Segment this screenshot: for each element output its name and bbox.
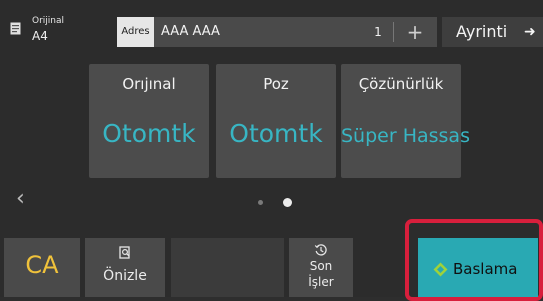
original-label: Orijinal (32, 16, 65, 26)
resolution-setting-card[interactable]: Çözünürlük Süper Hassas (341, 64, 470, 178)
preview-label: Önizle (103, 268, 147, 284)
address-field[interactable]: Adres AAA AAA 1 + (117, 17, 437, 47)
ca-label: CA (25, 251, 59, 279)
detail-label: Ayrinti (456, 22, 508, 41)
address-divider (393, 22, 394, 42)
start-label: Baslama (453, 260, 518, 278)
original-size: A4 (32, 29, 48, 43)
original-info[interactable]: Orijinal A4 (10, 12, 90, 48)
clear-all-button[interactable]: CA (4, 238, 80, 297)
page-dot-active (283, 198, 292, 207)
address-label: Adres (117, 17, 154, 47)
page-dot (258, 200, 263, 205)
recent-label-line1: Son (309, 259, 333, 273)
start-diamond-icon (433, 262, 448, 277)
recent-label-line2: İşler (308, 275, 334, 289)
card-value: Süper Hassas (341, 125, 470, 147)
address-count: 1 (374, 25, 382, 39)
detail-button[interactable]: Ayrinti ➜ (442, 17, 543, 47)
address-value[interactable]: AAA AAA (161, 17, 220, 47)
empty-slot (171, 238, 284, 297)
arrow-right-icon: ➜ (524, 24, 536, 40)
document-icon (10, 22, 21, 35)
preview-button[interactable]: Önizle (85, 238, 165, 297)
previous-page-arrow[interactable]: ‹ (16, 186, 25, 211)
original-setting-card[interactable]: Orıjınal Otomtk (89, 64, 209, 178)
card-title: Poz (263, 75, 289, 93)
top-bar: Orijinal A4 Adres AAA AAA 1 + Ayrinti ➜ (0, 0, 543, 68)
start-button[interactable]: Baslama (418, 238, 538, 297)
recent-jobs-button[interactable]: Son İşler (289, 238, 353, 297)
card-value: Otomtk (229, 119, 323, 148)
card-title: Orıjınal (122, 75, 176, 93)
history-icon (314, 244, 327, 256)
card-title: Çözünürlük (358, 75, 444, 93)
preview-icon (119, 246, 130, 259)
page-indicator (255, 198, 295, 208)
add-address-button[interactable]: + (396, 17, 434, 47)
exposure-setting-card[interactable]: Poz Otomtk (216, 64, 336, 178)
card-value: Otomtk (102, 119, 196, 148)
